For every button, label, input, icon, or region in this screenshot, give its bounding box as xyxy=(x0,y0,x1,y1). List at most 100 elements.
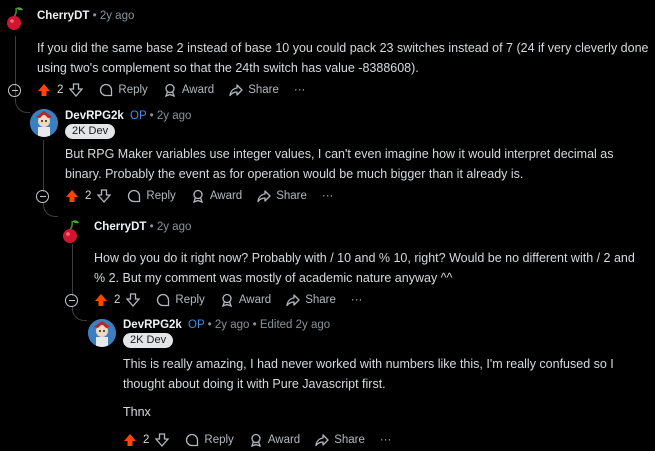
award-button[interactable]: Award xyxy=(220,293,271,307)
separator: • xyxy=(149,221,154,233)
author-name[interactable]: DevRPG2k xyxy=(123,319,182,331)
author-name[interactable]: DevRPG2k xyxy=(65,110,124,122)
ellipsis-icon: ··· xyxy=(321,190,334,202)
user-flair: 2K Dev xyxy=(123,333,174,348)
award-label: Award xyxy=(238,294,272,306)
comment-body: But RPG Maker variables use integer valu… xyxy=(65,144,649,184)
separator: • xyxy=(207,319,212,331)
share-button[interactable]: Share xyxy=(286,293,336,307)
comment-body: This is really amazing, I had never work… xyxy=(123,354,649,422)
devrpg-avatar-icon[interactable] xyxy=(30,109,58,137)
reply-label: Reply xyxy=(175,294,205,306)
vote-count: 2 xyxy=(85,190,92,202)
vote-count: 2 xyxy=(143,434,150,446)
op-badge: OP xyxy=(130,110,147,122)
separator: • xyxy=(252,319,257,331)
op-badge: OP xyxy=(188,319,205,331)
author-name[interactable]: CherryDT xyxy=(94,221,146,233)
reply-button[interactable]: Reply xyxy=(127,189,176,203)
timestamp[interactable]: 2y ago xyxy=(215,319,250,331)
reply-label: Reply xyxy=(204,434,234,446)
award-button[interactable]: Award xyxy=(163,83,214,97)
comment-header: DevRPG2k OP • 2y ago • Edited 2y ago xyxy=(123,319,330,331)
comment-body: If you did the same base 2 instead of ba… xyxy=(37,38,649,78)
thread-curve-3 xyxy=(72,306,87,321)
downvote-icon[interactable] xyxy=(126,293,141,307)
award-label: Award xyxy=(267,434,301,446)
action-bar: 2 Reply Award Share ··· xyxy=(65,185,348,207)
award-icon xyxy=(250,433,261,447)
vote-group: 2 xyxy=(94,293,141,307)
cherry-icon[interactable] xyxy=(2,4,30,32)
more-options-button[interactable]: ··· xyxy=(322,190,334,202)
comment-header: CherryDT • 2y ago xyxy=(94,221,191,233)
timestamp[interactable]: 2y ago xyxy=(100,10,135,22)
share-label: Share xyxy=(305,294,336,306)
vote-count: 2 xyxy=(57,84,64,96)
vote-group: 2 xyxy=(123,433,170,447)
cherry-icon[interactable] xyxy=(58,217,86,245)
more-options-button[interactable]: ··· xyxy=(380,434,392,446)
thread-line-2 xyxy=(43,140,44,192)
comment-header: DevRPG2k OP • 2y ago xyxy=(65,110,191,122)
collapse-button[interactable] xyxy=(65,294,78,307)
action-bar: 2 Reply Award Share ··· xyxy=(94,289,377,311)
award-button[interactable]: Award xyxy=(191,189,242,203)
author-name[interactable]: CherryDT xyxy=(37,10,89,22)
action-bar: 2 Reply Award Share ··· xyxy=(123,429,406,451)
separator: • xyxy=(149,110,154,122)
award-label: Award xyxy=(181,84,215,96)
more-options-button[interactable]: ··· xyxy=(351,294,363,306)
comment-paragraph: But RPG Maker variables use integer valu… xyxy=(65,147,614,181)
downvote-icon[interactable] xyxy=(69,83,84,97)
reply-button[interactable]: Reply xyxy=(156,293,205,307)
share-label: Share xyxy=(248,84,279,96)
thread-curve-1 xyxy=(15,98,30,113)
reply-button[interactable]: Reply xyxy=(185,433,234,447)
share-icon xyxy=(286,294,300,307)
comment-paragraph: Thnx xyxy=(123,405,151,419)
more-options-button[interactable]: ··· xyxy=(294,84,306,96)
collapse-button[interactable] xyxy=(36,190,49,203)
ellipsis-icon: ··· xyxy=(350,294,363,306)
reply-label: Reply xyxy=(118,84,148,96)
award-label: Award xyxy=(209,190,243,202)
award-button[interactable]: Award xyxy=(249,433,300,447)
upvote-icon[interactable] xyxy=(123,433,137,447)
ellipsis-icon: ··· xyxy=(293,84,306,96)
user-flair: 2K Dev xyxy=(65,124,116,139)
award-icon xyxy=(221,293,232,307)
vote-group: 2 xyxy=(37,83,84,97)
separator: • xyxy=(92,10,97,22)
timestamp[interactable]: 2y ago xyxy=(157,110,192,122)
upvote-icon[interactable] xyxy=(65,189,79,203)
thread-curve-2 xyxy=(43,202,58,217)
share-button[interactable]: Share xyxy=(315,433,365,447)
share-label: Share xyxy=(334,434,365,446)
share-button[interactable]: Share xyxy=(257,189,307,203)
share-icon xyxy=(257,190,271,203)
award-icon xyxy=(192,189,203,203)
downvote-icon[interactable] xyxy=(155,433,170,447)
speech-bubble-icon xyxy=(128,189,141,203)
comment-body: How do you do it right now? Probably wit… xyxy=(94,248,649,288)
speech-bubble-icon xyxy=(100,83,113,97)
downvote-icon[interactable] xyxy=(97,189,112,203)
comment-paragraph: How do you do it right now? Probably wit… xyxy=(94,251,635,285)
upvote-icon[interactable] xyxy=(37,83,51,97)
comment-paragraph: This is really amazing, I had never work… xyxy=(123,357,614,391)
ellipsis-icon: ··· xyxy=(379,434,392,446)
share-icon xyxy=(229,84,243,97)
devrpg-avatar-icon[interactable] xyxy=(88,319,116,347)
timestamp[interactable]: 2y ago xyxy=(157,221,192,233)
thread-line-3 xyxy=(72,244,73,296)
vote-count: 2 xyxy=(114,294,121,306)
award-icon xyxy=(164,83,175,97)
reply-label: Reply xyxy=(146,190,176,202)
share-button[interactable]: Share xyxy=(229,83,279,97)
share-icon xyxy=(315,434,329,447)
comment-header: CherryDT • 2y ago xyxy=(37,10,134,22)
collapse-button[interactable] xyxy=(8,84,21,97)
reply-button[interactable]: Reply xyxy=(99,83,148,97)
upvote-icon[interactable] xyxy=(94,293,108,307)
